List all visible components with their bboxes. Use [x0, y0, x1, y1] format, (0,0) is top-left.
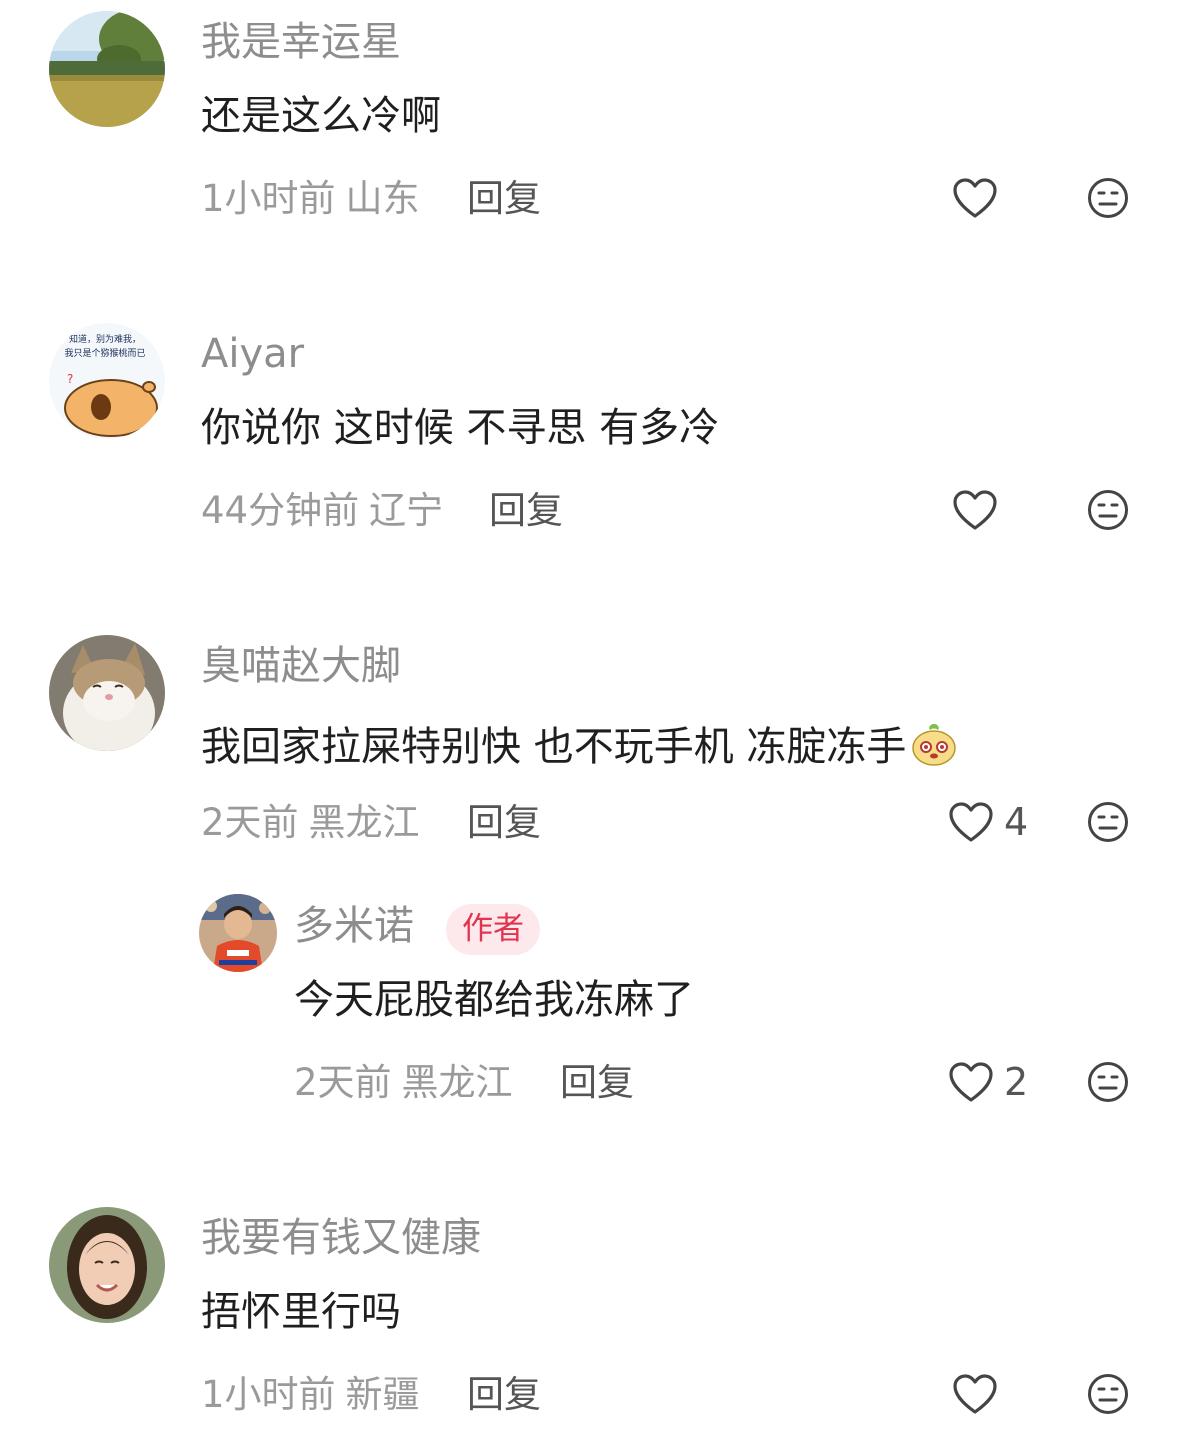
comment-text: 你说你 这时候 不寻思 有多冷 [201, 405, 720, 451]
location: 新疆 [345, 1373, 420, 1416]
username[interactable]: Aiyar [201, 334, 304, 374]
reply-button[interactable]: 回复 [489, 492, 563, 529]
location: 辽宁 [369, 489, 444, 532]
heart-icon [953, 178, 997, 218]
timestamp: 2天前 [201, 801, 299, 844]
comment-meta: 2天前 黑龙江 [294, 1064, 513, 1101]
username[interactable]: 臭喵赵大脚 [201, 646, 401, 686]
comment-item: 我要有钱又健康 捂怀里行吗 1小时前 新疆 回复 [0, 1196, 1200, 1447]
cute-bun-emoji [910, 720, 958, 775]
heart-icon [949, 1062, 993, 1102]
meh-face-icon [1088, 178, 1128, 218]
reply-button[interactable]: 回复 [467, 804, 541, 841]
timestamp: 2天前 [294, 1061, 392, 1104]
like-button[interactable]: 2 [948, 1059, 1028, 1105]
like-button[interactable] [952, 487, 998, 533]
timestamp: 1小时前 [201, 177, 336, 220]
heart-icon [953, 1374, 997, 1414]
meadow-landscape-avatar[interactable] [49, 11, 165, 127]
cat-avatar[interactable] [49, 635, 165, 751]
comment-item: 知道，别为难我， 我只是个猕猴桃而已 ? Aiyar 你说你 这时候 不寻思 有… [0, 312, 1200, 572]
comment-meta: 2天前 黑龙江 [201, 804, 420, 841]
avatar-caption-line: 我只是个猕猴桃而已 [64, 347, 145, 359]
author-badge: 作者 [446, 904, 540, 955]
timestamp: 1小时前 [201, 1373, 336, 1416]
avatar-caption-line: 知道，别为难我， [69, 333, 141, 345]
like-count: 4 [1004, 800, 1029, 844]
comment-item: 我是幸运星 还是这么冷啊 1小时前 山东 回复 [0, 0, 1200, 260]
reply-button[interactable]: 回复 [467, 180, 541, 217]
heart-icon [953, 490, 997, 530]
racer-avatar[interactable] [199, 894, 277, 972]
reply-button[interactable]: 回复 [467, 1376, 541, 1413]
location: 山东 [345, 177, 420, 220]
username[interactable]: 我是幸运星 [201, 22, 401, 62]
like-button[interactable] [952, 175, 998, 221]
username[interactable]: 我要有钱又健康 [201, 1218, 481, 1258]
like-button[interactable]: 4 [948, 799, 1028, 845]
comment-item: 臭喵赵大脚 我回家拉屎特别快 也不玩手机 冻腚冻手 2天前 黑龙江 回复 4 多… [0, 624, 1200, 1144]
meh-face-icon [1088, 1374, 1128, 1414]
svg-text:?: ? [67, 372, 73, 386]
like-button[interactable] [952, 1371, 998, 1417]
timestamp: 44分钟前 [201, 489, 360, 532]
dislike-button[interactable] [1087, 1061, 1129, 1103]
dislike-button[interactable] [1087, 489, 1129, 531]
location: 黑龙江 [401, 1061, 513, 1104]
capybara-meme-avatar[interactable]: 知道，别为难我， 我只是个猕猴桃而已 ? [49, 323, 165, 439]
heart-icon [949, 802, 993, 842]
comment-text: 我回家拉屎特别快 也不玩手机 冻腚冻手 [201, 720, 958, 775]
meh-face-icon [1088, 802, 1128, 842]
dislike-button[interactable] [1087, 801, 1129, 843]
woman-portrait-avatar[interactable] [49, 1207, 165, 1323]
comment-text-content: 我回家拉屎特别快 也不玩手机 冻腚冻手 [201, 724, 907, 770]
dislike-button[interactable] [1087, 177, 1129, 219]
reply-button[interactable]: 回复 [560, 1064, 634, 1101]
meh-face-icon [1088, 1062, 1128, 1102]
comment-meta: 1小时前 山东 [201, 180, 420, 217]
comment-text: 捂怀里行吗 [201, 1289, 401, 1335]
like-count: 2 [1004, 1060, 1029, 1104]
comment-meta: 1小时前 新疆 [201, 1376, 420, 1413]
location: 黑龙江 [308, 801, 420, 844]
comment-meta: 44分钟前 辽宁 [201, 492, 443, 529]
username[interactable]: 多米诺 [294, 906, 414, 946]
comment-text: 今天屁股都给我冻麻了 [294, 977, 694, 1023]
meh-face-icon [1088, 490, 1128, 530]
dislike-button[interactable] [1087, 1373, 1129, 1415]
comment-text: 还是这么冷啊 [201, 93, 441, 139]
